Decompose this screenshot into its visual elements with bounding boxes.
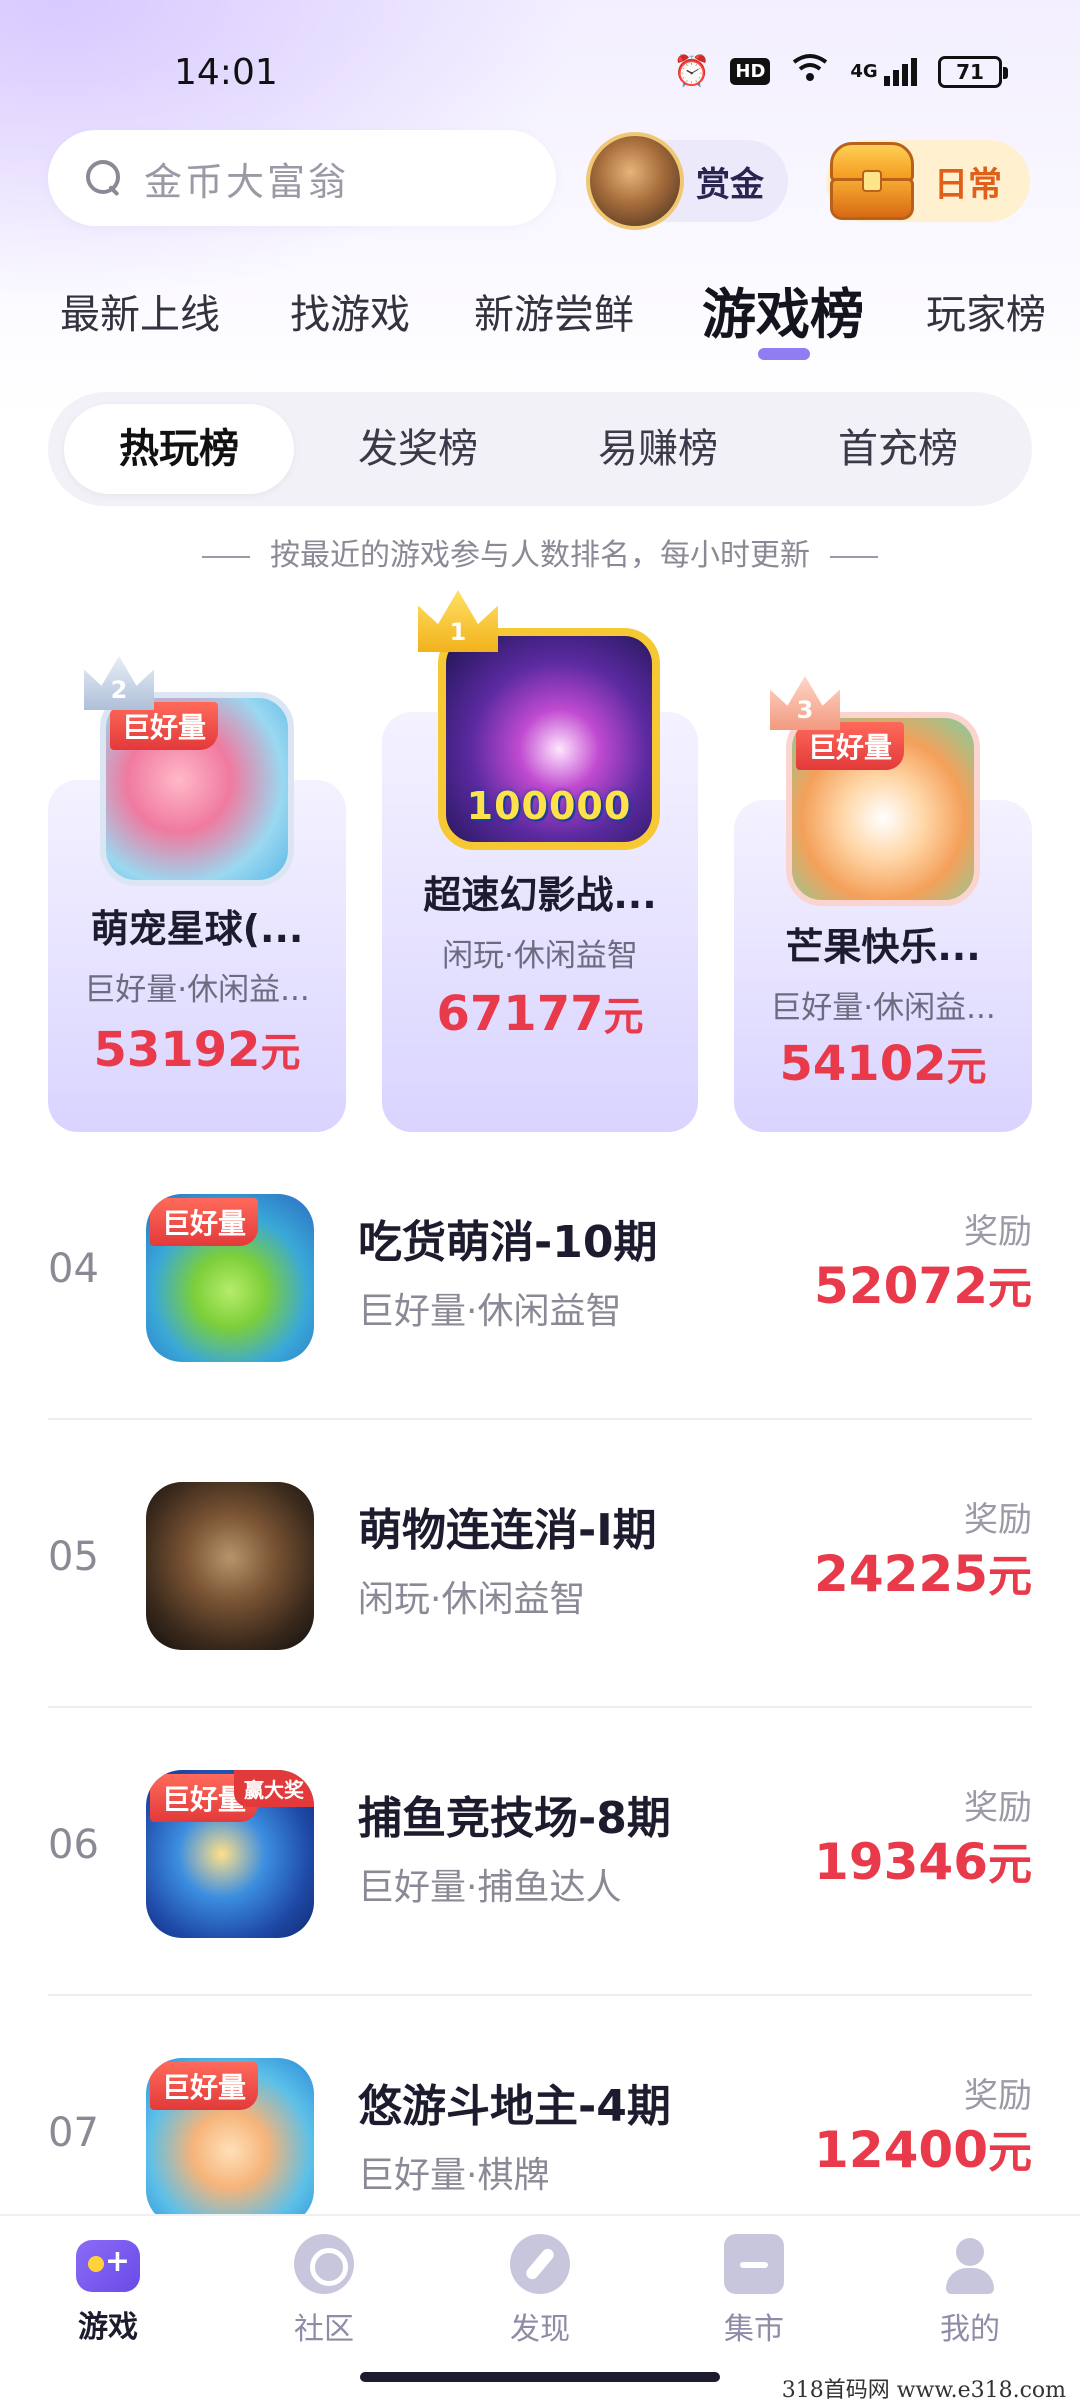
tab-player-rankings[interactable]: 玩家榜 bbox=[926, 282, 1046, 340]
nav-label: 集市 bbox=[724, 2312, 784, 2347]
active-tab-indicator bbox=[758, 348, 810, 360]
podium-name: 芒果快乐... bbox=[785, 925, 981, 969]
game-tags: 巨好量·捕鱼达人 bbox=[358, 1867, 622, 1908]
subtab-awards[interactable]: 发奖榜 bbox=[298, 392, 538, 506]
nav-label: 社区 bbox=[294, 2312, 354, 2347]
ranking-note-text: 按最近的游戏参与人数排名，每小时更新 bbox=[270, 538, 810, 573]
wifi-icon bbox=[790, 52, 830, 91]
treasure-chest-icon bbox=[824, 134, 920, 224]
game-title: 悠游斗地主-4期 bbox=[358, 2081, 671, 2132]
battery-level: 71 bbox=[956, 59, 984, 84]
podium-tags: 闲玩·休闲益智 bbox=[442, 938, 638, 974]
ranking-sub-tabs: 热玩榜 发奖榜 易赚榜 首充榜 bbox=[48, 392, 1032, 506]
tab-game-rankings[interactable]: 游戏榜 bbox=[702, 270, 864, 349]
search-placeholder: 金币大富翁 bbox=[144, 159, 350, 204]
ranking-note: 按最近的游戏参与人数排名，每小时更新 bbox=[0, 530, 1080, 574]
game-icon-cute-link bbox=[146, 1482, 314, 1650]
watermark: 318首码网 www.e318.com bbox=[781, 2378, 1066, 2400]
market-icon bbox=[724, 2234, 784, 2294]
publisher-badge: 巨好量 bbox=[150, 2062, 259, 2110]
reward-amount: 19346元 bbox=[814, 1833, 1032, 1891]
4g-signal-icon: 4G bbox=[850, 57, 918, 86]
podium-name: 萌宠星球(... bbox=[90, 907, 304, 951]
nav-label: 我的 bbox=[940, 2312, 1000, 2347]
subtab-first-charge[interactable]: 首充榜 bbox=[778, 392, 1018, 506]
bounty-button[interactable]: 赏金 bbox=[586, 132, 788, 230]
nav-community[interactable]: 社区 bbox=[254, 2234, 394, 2348]
list-item[interactable]: 06 巨好量 赢大奖 捕鱼竞技场-8期 巨好量·捕鱼达人 奖励 19346元 bbox=[48, 1708, 1032, 1996]
nav-discover[interactable]: 发现 bbox=[470, 2234, 610, 2348]
podium-tags: 巨好量·休闲益... bbox=[770, 990, 996, 1026]
nav-profile[interactable]: 我的 bbox=[900, 2234, 1040, 2348]
nav-market[interactable]: 集市 bbox=[684, 2234, 824, 2348]
compass-icon bbox=[510, 2234, 570, 2294]
list-item[interactable]: 04 巨好量 吃货萌消-10期 巨好量·休闲益智 奖励 52072元 bbox=[48, 1132, 1032, 1420]
reward-amount: 24225元 bbox=[814, 1545, 1032, 1603]
rank-number: 05 bbox=[48, 1534, 99, 1580]
tab-latest[interactable]: 最新上线 bbox=[60, 282, 220, 340]
community-icon bbox=[294, 2234, 354, 2294]
game-title: 萌物连连消-I期 bbox=[358, 1505, 657, 1556]
game-icon-fishing-arena: 巨好量 赢大奖 bbox=[146, 1770, 314, 1938]
reward-amount: 12400元 bbox=[814, 2121, 1032, 2179]
rank-number: 07 bbox=[48, 2110, 99, 2156]
daily-label: 日常 bbox=[934, 164, 1002, 205]
podium-reward: 53192元 bbox=[93, 1022, 301, 1078]
game-title: 吃货萌消-10期 bbox=[358, 1217, 658, 1268]
bounty-label: 赏金 bbox=[696, 164, 764, 205]
game-tags: 闲玩·休闲益智 bbox=[358, 1579, 586, 1620]
tab-find-games[interactable]: 找游戏 bbox=[290, 282, 410, 340]
search-input[interactable]: 金币大富翁 bbox=[48, 130, 556, 226]
nav-games[interactable]: 游戏 bbox=[38, 2234, 178, 2346]
nav-label: 游戏 bbox=[78, 2310, 138, 2345]
reward-label: 奖励 bbox=[964, 1788, 1032, 1828]
subtab-easy-earn[interactable]: 易赚榜 bbox=[538, 392, 778, 506]
podium-name: 超速幻影战... bbox=[423, 873, 657, 917]
nav-label: 发现 bbox=[510, 2312, 570, 2347]
rank-number: 06 bbox=[48, 1822, 99, 1868]
reward-amount: 52072元 bbox=[814, 1257, 1032, 1315]
list-item[interactable]: 05 萌物连连消-I期 闲玩·休闲益智 奖励 24225元 bbox=[48, 1420, 1032, 1708]
home-indicator[interactable] bbox=[360, 2372, 720, 2382]
crown-third-icon: 3 bbox=[770, 676, 840, 730]
status-icons: ⏰ HD 4G 71 bbox=[673, 52, 1008, 91]
gamepad-icon bbox=[76, 2240, 140, 2292]
profile-icon bbox=[940, 2234, 1000, 2294]
crown-second-icon: 2 bbox=[84, 656, 154, 710]
publisher-badge: 巨好量 bbox=[150, 1198, 259, 1246]
hero-avatar-icon bbox=[586, 132, 684, 230]
game-icon-phantom-fighter[interactable]: 100000 bbox=[438, 628, 660, 850]
icon-number-text: 100000 bbox=[466, 784, 632, 828]
podium-reward: 54102元 bbox=[779, 1036, 987, 1092]
network-type: 4G bbox=[850, 60, 878, 82]
reward-label: 奖励 bbox=[964, 1500, 1032, 1540]
podium-tags: 巨好量·休闲益... bbox=[84, 972, 310, 1008]
search-icon bbox=[86, 160, 122, 196]
daily-button[interactable]: 日常 bbox=[826, 140, 1030, 222]
status-time: 14:01 bbox=[174, 52, 278, 93]
list-item[interactable]: 07 巨好量 悠游斗地主-4期 巨好量·棋牌 奖励 12400元 bbox=[48, 1996, 1032, 2214]
battery-icon: 71 bbox=[938, 55, 1008, 88]
big-prize-tag: 赢大奖 bbox=[234, 1770, 314, 1807]
subtab-hot[interactable]: 热玩榜 bbox=[64, 404, 294, 494]
hd-icon: HD bbox=[730, 58, 771, 85]
game-title: 捕鱼竞技场-8期 bbox=[358, 1793, 671, 1844]
game-tags: 巨好量·棋牌 bbox=[358, 2155, 550, 2196]
crown-first-icon: 1 bbox=[418, 590, 498, 652]
tab-new-games[interactable]: 新游尝鲜 bbox=[474, 282, 634, 340]
rank-number: 04 bbox=[48, 1246, 99, 1292]
main-tabs: 最新上线 找游戏 新游尝鲜 游戏榜 玩家榜 bbox=[0, 270, 1080, 360]
game-icon-landlord: 巨好量 bbox=[146, 2058, 314, 2214]
podium-reward: 67177元 bbox=[436, 986, 644, 1042]
status-bar: 14:01 ⏰ HD 4G 71 bbox=[0, 0, 1080, 130]
game-icon-foodie-match: 巨好量 bbox=[146, 1194, 314, 1362]
alarm-icon: ⏰ bbox=[673, 53, 711, 89]
reward-label: 奖励 bbox=[964, 1212, 1032, 1252]
game-icon-mango-happy[interactable]: 巨好量 bbox=[786, 712, 980, 906]
reward-label: 奖励 bbox=[964, 2076, 1032, 2116]
game-icon-pet-planet[interactable]: 巨好量 bbox=[100, 692, 294, 886]
game-tags: 巨好量·休闲益智 bbox=[358, 1291, 622, 1332]
